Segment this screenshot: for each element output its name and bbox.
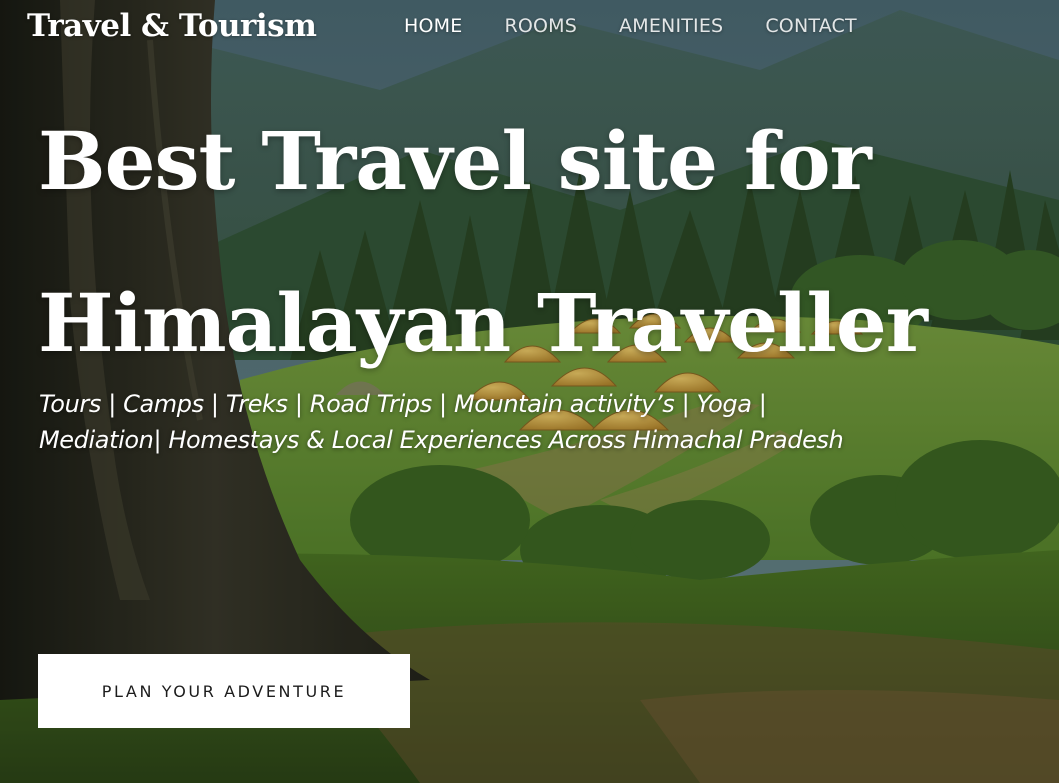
hero-tagline: Tours | Camps | Treks | Road Trips | Mou…: [39, 386, 939, 458]
nav-link-rooms[interactable]: ROOMS: [504, 15, 577, 37]
nav-link-contact[interactable]: CONTACT: [765, 15, 857, 37]
hero-tagline-line: Tours | Camps | Treks | Road Trips | Mou…: [39, 390, 767, 418]
site-logo[interactable]: Travel & Tourism: [27, 8, 317, 44]
hero-title-line: Best Travel site for: [38, 114, 872, 208]
hero-tagline-line: Mediation| Homestays & Local Experiences…: [39, 426, 844, 454]
nav-link-amenities[interactable]: AMENITIES: [619, 15, 723, 37]
nav-link-home[interactable]: HOME: [404, 15, 462, 37]
hero-title-line: Himalayan Traveller: [38, 276, 928, 370]
main-navigation: HOME ROOMS AMENITIES CONTACT: [404, 15, 857, 37]
hero-title: Best Travel site for Himalayan Traveller: [38, 80, 928, 404]
plan-adventure-button[interactable]: PLAN YOUR ADVENTURE: [38, 654, 410, 728]
hero-section: Travel & Tourism HOME ROOMS AMENITIES CO…: [0, 0, 1059, 783]
